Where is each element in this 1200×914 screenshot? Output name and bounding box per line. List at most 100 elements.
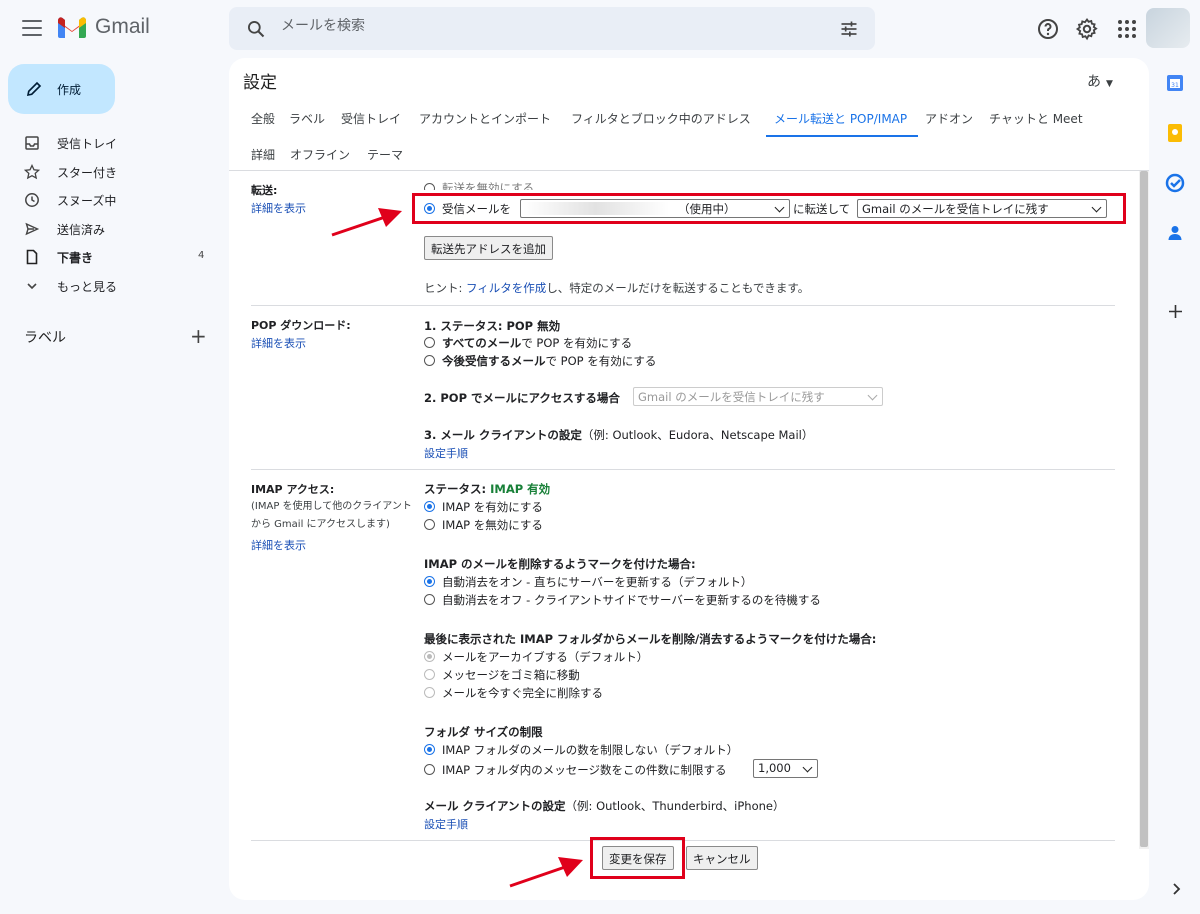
folder-limit-select[interactable]: 1,000 bbox=[753, 759, 818, 778]
expunge-on-radio[interactable] bbox=[424, 576, 435, 587]
drafts-count: 4 bbox=[198, 250, 205, 261]
imap-delete-heading: IMAP のメールを削除するようマークを付けた場合: bbox=[424, 557, 696, 571]
forward-disable-label: 転送を無効にする bbox=[442, 181, 535, 190]
pop-new-radio[interactable] bbox=[424, 355, 435, 366]
main-menu-icon[interactable] bbox=[22, 20, 42, 36]
imap-expunge-heading: 最後に表示された IMAP フォルダからメールを削除/消去するようマークを付けた… bbox=[424, 632, 877, 646]
hint-prefix: ヒント: bbox=[424, 281, 467, 295]
chevron-down-icon bbox=[1091, 202, 1102, 213]
input-language-label: あ bbox=[1087, 74, 1101, 90]
tab-accounts-import[interactable]: アカウントとインポート bbox=[419, 110, 551, 127]
forwarding-label: 転送: bbox=[251, 184, 278, 197]
pop-all-radio[interactable] bbox=[424, 337, 435, 348]
sidebar-item-drafts[interactable]: 下書き 4 bbox=[0, 244, 220, 270]
forward-prefix-label: 受信メールを bbox=[442, 202, 511, 216]
sidebar-item-starred[interactable]: スター付き bbox=[0, 159, 220, 185]
sidebar-item-more[interactable]: もっと見る bbox=[0, 273, 220, 299]
tab-general[interactable]: 全般 bbox=[251, 110, 275, 127]
annotation-arrow-save bbox=[509, 857, 583, 888]
pop-learn-more-link[interactable]: 詳細を表示 bbox=[251, 335, 306, 351]
tab-themes[interactable]: テーマ bbox=[367, 146, 403, 163]
trash-label: メッセージをゴミ箱に移動 bbox=[442, 668, 580, 682]
app-name: Gmail bbox=[95, 15, 150, 38]
pop-new-rest: で POP を有効にする bbox=[545, 354, 657, 368]
keep-icon[interactable] bbox=[1165, 123, 1185, 143]
apps-grid-icon[interactable] bbox=[1115, 17, 1139, 41]
tab-labels[interactable]: ラベル bbox=[289, 110, 325, 127]
search-input[interactable] bbox=[281, 18, 801, 34]
imap-status: ステータス: IMAP 有効 bbox=[424, 481, 550, 497]
pop-access-select[interactable]: Gmail のメールを受信トレイに残す bbox=[633, 387, 883, 406]
gmail-logo-icon bbox=[58, 17, 86, 38]
tab-forwarding-pop-imap[interactable]: メール転送と POP/IMAP bbox=[774, 110, 907, 127]
search-icon[interactable] bbox=[246, 19, 266, 39]
chevron-right-icon[interactable] bbox=[1170, 882, 1182, 896]
search-options-icon[interactable] bbox=[839, 19, 859, 39]
tab-inbox[interactable]: 受信トレイ bbox=[341, 110, 401, 127]
add-forwarding-address-button[interactable]: 転送先アドレスを追加 bbox=[424, 236, 553, 260]
imap-label: IMAP アクセス: bbox=[251, 483, 335, 496]
imap-disable-radio[interactable] bbox=[424, 519, 435, 530]
add-label-button[interactable]: + bbox=[190, 324, 207, 348]
folder-nolimit-label: IMAP フォルダのメールの数を制限しない（デフォルト） bbox=[442, 743, 739, 757]
forward-disable-radio[interactable] bbox=[424, 183, 435, 190]
imap-sub-2: から Gmail にアクセスします) bbox=[251, 519, 390, 530]
pop-all-label: すべてのメールで POP を有効にする bbox=[442, 335, 632, 351]
forward-address-select[interactable]: （使用中） bbox=[520, 199, 790, 218]
send-icon bbox=[25, 222, 40, 236]
contacts-icon[interactable] bbox=[1165, 223, 1185, 243]
help-icon[interactable] bbox=[1036, 17, 1060, 41]
folder-nolimit-radio[interactable] bbox=[424, 744, 435, 755]
inbox-icon bbox=[25, 136, 39, 150]
pop-new-bold: 今後受信するメール bbox=[442, 354, 546, 368]
imap-setup-link[interactable]: 設定手順 bbox=[424, 816, 468, 832]
compose-button[interactable]: 作成 bbox=[8, 64, 115, 114]
create-filter-link[interactable]: フィルタを作成 bbox=[466, 281, 546, 295]
labels-heading: ラベル bbox=[24, 330, 66, 346]
forward-enable-radio[interactable] bbox=[424, 203, 435, 214]
folder-limit-radio[interactable] bbox=[424, 764, 435, 775]
tab-addons[interactable]: アドオン bbox=[925, 110, 973, 127]
forward-disable-option[interactable]: 転送を無効にする bbox=[422, 176, 722, 190]
cancel-button[interactable]: キャンセル bbox=[686, 846, 758, 870]
tab-offline[interactable]: オフライン bbox=[290, 146, 350, 163]
add-addon-icon[interactable] bbox=[1168, 304, 1183, 319]
settings-gear-icon[interactable] bbox=[1075, 17, 1099, 41]
pop-status: 1. ステータス: POP 無効 bbox=[424, 319, 561, 333]
tabs-divider bbox=[229, 170, 1149, 171]
pop-access-value: Gmail のメールを受信トレイに残す bbox=[638, 390, 825, 404]
imap-client-rest: （例: Outlook、Thunderbird、iPhone） bbox=[565, 799, 785, 813]
search-bar[interactable] bbox=[229, 7, 875, 50]
tab-filters-blocked[interactable]: フィルタとブロック中のアドレス bbox=[571, 110, 751, 127]
save-changes-button[interactable]: 変更を保存 bbox=[602, 846, 674, 870]
trash-radio[interactable] bbox=[424, 669, 435, 680]
imap-enable-radio[interactable] bbox=[424, 501, 435, 512]
calendar-icon[interactable]: 31 bbox=[1165, 73, 1185, 93]
imap-learn-more-link[interactable]: 詳細を表示 bbox=[251, 537, 306, 553]
pop-client-setting: 3. メール クライアントの設定（例: Outlook、Eudora、Netsc… bbox=[424, 427, 813, 443]
archive-radio[interactable] bbox=[424, 651, 435, 662]
delete-forever-radio[interactable] bbox=[424, 687, 435, 698]
compose-label: 作成 bbox=[57, 83, 82, 97]
pop-setup-link[interactable]: 設定手順 bbox=[424, 445, 468, 461]
imap-status-prefix: ステータス: bbox=[424, 482, 491, 496]
forward-action-select[interactable]: Gmail のメールを受信トレイに残す bbox=[857, 199, 1107, 218]
folder-limit-label: IMAP フォルダ内のメッセージ数をこの件数に制限する bbox=[442, 763, 727, 777]
address-in-use-label: （使用中） bbox=[678, 202, 736, 216]
sidebar-item-inbox[interactable]: 受信トレイ bbox=[0, 130, 220, 156]
tab-advanced[interactable]: 詳細 bbox=[251, 146, 275, 163]
account-avatar[interactable] bbox=[1146, 8, 1190, 48]
scrollbar-thumb[interactable] bbox=[1140, 171, 1148, 847]
tasks-icon[interactable] bbox=[1165, 173, 1185, 193]
expunge-off-radio[interactable] bbox=[424, 594, 435, 605]
tab-chat-meet[interactable]: チャットと Meet bbox=[989, 110, 1083, 127]
pop-label: POP ダウンロード: bbox=[251, 319, 351, 332]
imap-enable-label: IMAP を有効にする bbox=[442, 500, 543, 514]
sidebar-item-snoozed[interactable]: スヌーズ中 bbox=[0, 187, 220, 213]
chevron-down-icon bbox=[867, 390, 878, 401]
sidebar-item-label: もっと見る bbox=[57, 280, 118, 294]
imap-disable-label: IMAP を無効にする bbox=[442, 518, 543, 532]
forwarding-learn-more-link[interactable]: 詳細を表示 bbox=[251, 200, 306, 216]
input-tools-toggle[interactable]: あ ▼ bbox=[1087, 71, 1113, 91]
sidebar-item-sent[interactable]: 送信済み bbox=[0, 216, 220, 242]
